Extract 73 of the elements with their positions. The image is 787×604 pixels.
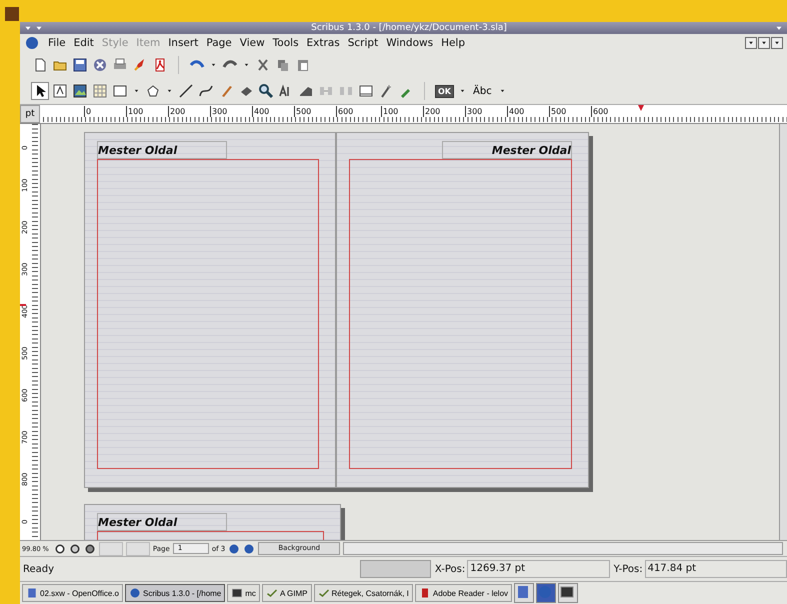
- pointer-icon[interactable]: [32, 83, 48, 99]
- pager-icon[interactable]: [558, 583, 578, 603]
- text-frame-icon[interactable]: [52, 83, 68, 99]
- app-icon: [24, 35, 40, 51]
- ruler-marker: [638, 105, 644, 111]
- ruler-label: 300: [465, 106, 482, 117]
- line-icon[interactable]: [178, 83, 194, 99]
- ruler-label: 100: [381, 106, 398, 117]
- app-icon: [129, 587, 141, 599]
- vertical-scrollbar[interactable]: [779, 124, 787, 540]
- menu-item[interactable]: Page: [206, 37, 232, 49]
- taskbar-item[interactable]: 02.sxw - OpenOffice.o: [22, 584, 123, 602]
- header-text: Mester Oldal: [98, 516, 178, 528]
- horizontal-scrollbar[interactable]: [343, 542, 783, 555]
- menu-item[interactable]: Edit: [74, 37, 94, 49]
- ruler-label: 200: [423, 106, 440, 117]
- ruler-label: 100: [126, 106, 144, 117]
- menu-item: Style: [102, 37, 128, 49]
- unit-button[interactable]: pt: [20, 105, 40, 123]
- menu-item[interactable]: Insert: [168, 37, 198, 49]
- y-position-label: Y-Pos:: [612, 564, 644, 574]
- ruler-marker: [20, 304, 26, 306]
- app-icon: [231, 587, 244, 599]
- app-icon: [26, 587, 38, 599]
- menu-item[interactable]: Extras: [306, 37, 340, 49]
- zoom-icon[interactable]: [258, 83, 274, 99]
- menu-item[interactable]: Windows: [386, 37, 434, 49]
- menu-item[interactable]: View: [240, 37, 265, 49]
- progress-field: [360, 560, 431, 578]
- save-icon[interactable]: [72, 57, 88, 73]
- ruler-label: 600: [336, 106, 354, 117]
- ruler-label: 0: [84, 106, 92, 117]
- ruler-label: 500: [294, 106, 312, 117]
- ruler-label: 400: [252, 106, 270, 117]
- menu-item[interactable]: Script: [348, 37, 378, 49]
- taskbar-item[interactable]: Scribus 1.3.0 - [/home: [125, 584, 226, 602]
- x-position-label: X-Pos:: [434, 564, 466, 574]
- menu-item[interactable]: Tools: [272, 37, 299, 49]
- taskbar-item[interactable]: A GIMP: [262, 584, 312, 602]
- polygon-icon[interactable]: [145, 83, 161, 99]
- taskbar-item[interactable]: Adobe Reader - lelov: [414, 584, 512, 602]
- table-icon[interactable]: [92, 83, 108, 99]
- minimize-icon[interactable]: [745, 37, 757, 49]
- ruler-label: 600: [591, 106, 608, 117]
- status-message: Ready: [23, 564, 56, 574]
- app-icon: [318, 587, 330, 599]
- app-icon: [266, 587, 278, 599]
- menu-item: Item: [136, 37, 160, 49]
- ruler-label: 400: [507, 106, 524, 117]
- rectangle-icon[interactable]: [112, 83, 128, 99]
- pager-icon[interactable]: [536, 583, 556, 603]
- restore-icon[interactable]: [758, 37, 770, 49]
- menu-item[interactable]: File: [48, 37, 66, 49]
- close-icon[interactable]: [92, 57, 108, 73]
- header-text: Mester Oldal: [98, 144, 178, 156]
- taskbar-item[interactable]: Rétegek, Csatornák, I: [314, 584, 413, 602]
- ruler-label: 500: [549, 106, 566, 117]
- close-icon[interactable]: [771, 37, 783, 49]
- copy-icon[interactable]: [275, 57, 291, 73]
- spellcheck-button[interactable]: Äbc: [471, 86, 494, 96]
- bezier-icon[interactable]: [198, 83, 214, 99]
- pdf-ok-button[interactable]: OK: [435, 84, 454, 98]
- y-position-field: 417.84 pt: [644, 560, 787, 578]
- ruler-label: 200: [168, 106, 186, 117]
- taskbar-item[interactable]: mc: [227, 584, 260, 602]
- menu-item[interactable]: Help: [441, 37, 466, 49]
- image-frame-icon[interactable]: [72, 83, 88, 99]
- header-text: Mester Oldal: [492, 144, 571, 156]
- window-title: Scribus 1.3.0 - [/home/ykz/Document-3.sla]: [310, 23, 508, 33]
- corner-square: [5, 7, 19, 21]
- ruler-label: 300: [210, 106, 228, 117]
- paste-icon[interactable]: [295, 57, 311, 73]
- x-position-field: 1269.37 pt: [467, 560, 610, 578]
